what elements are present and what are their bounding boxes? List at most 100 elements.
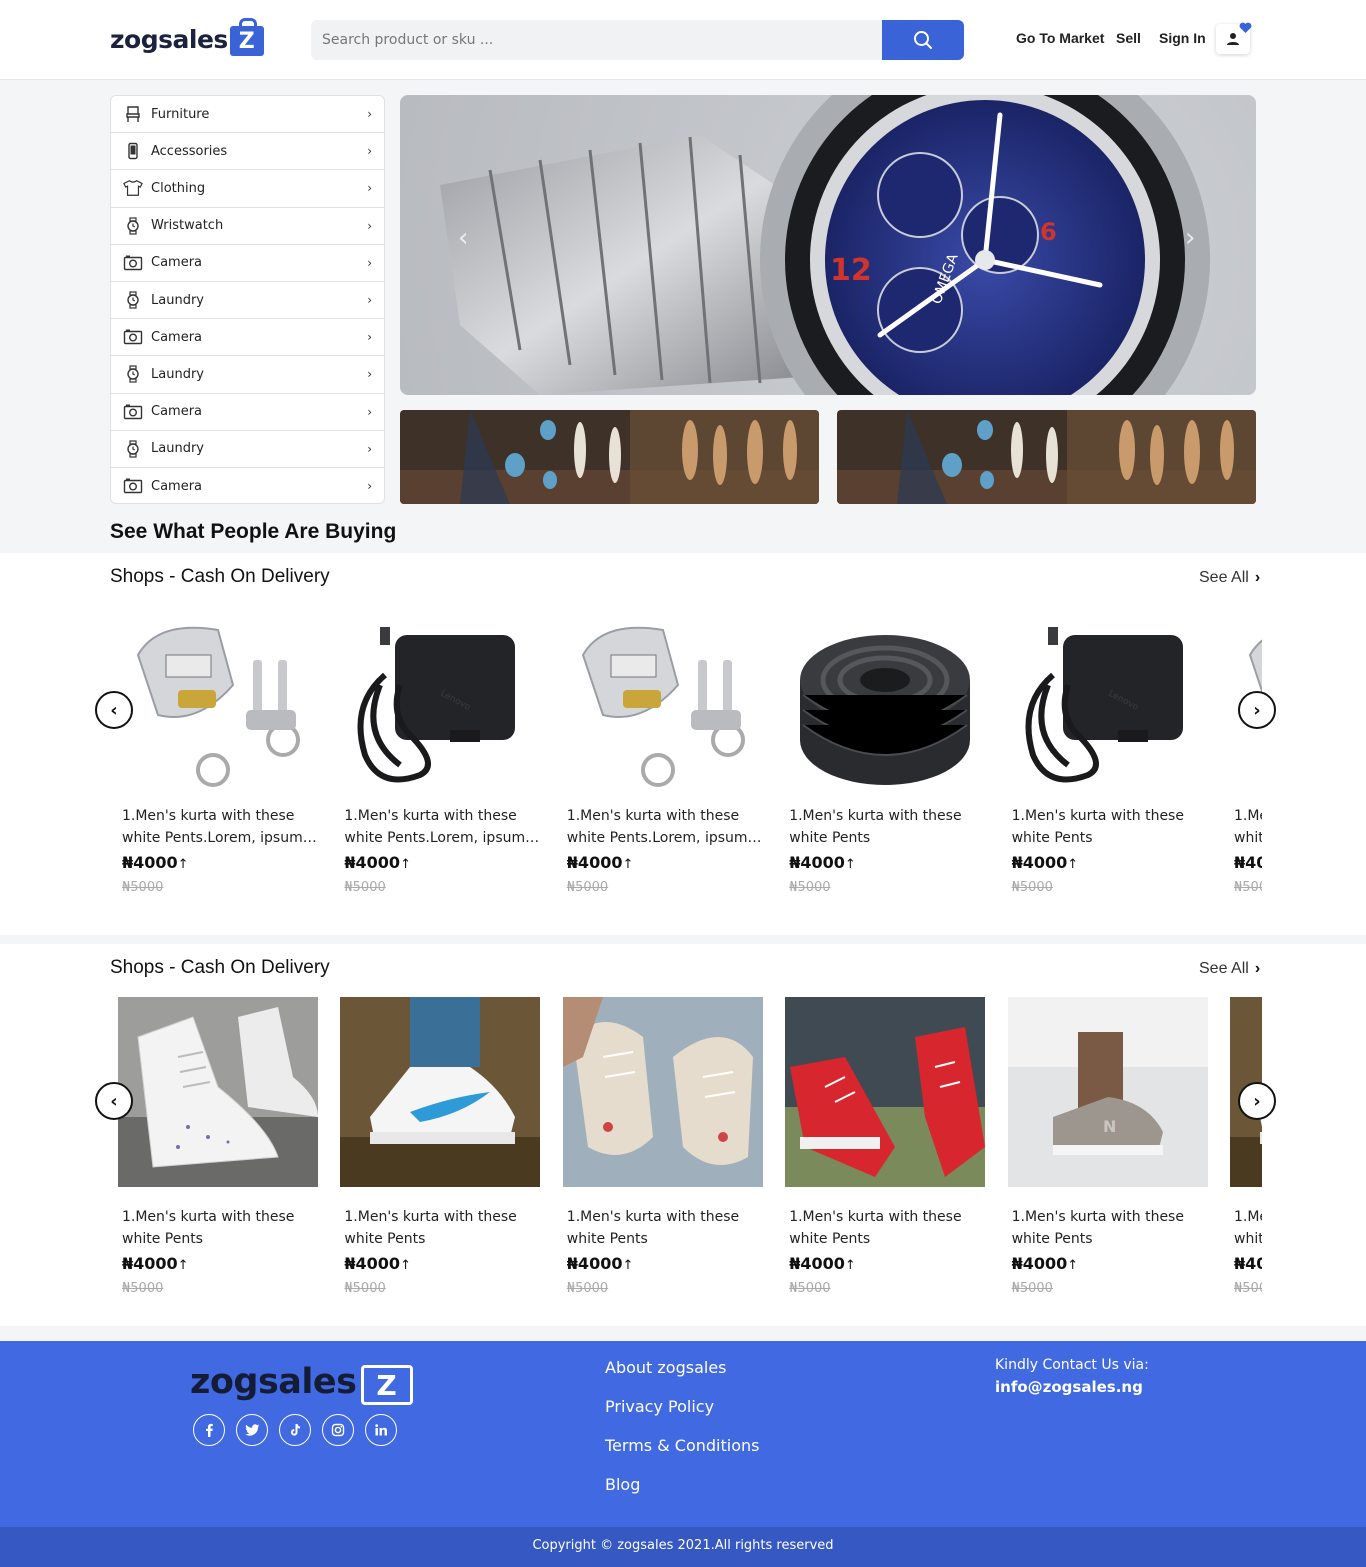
product-card[interactable]: Lenovo 1.Men's kurta with these white Pent…: [1000, 615, 1208, 905]
category-item-camera[interactable]: Camera ›: [111, 468, 384, 503]
category-item-laundry[interactable]: Laundry ›: [111, 431, 384, 468]
promo-banner-right[interactable]: [837, 410, 1256, 504]
watch-icon: [123, 216, 143, 236]
product-card[interactable]: Lenovo 1.Men's kurta with these white Pent…: [332, 615, 541, 905]
facebook-button[interactable]: [193, 1414, 225, 1446]
product-image: Lenovo: [340, 615, 541, 805]
carousel-prev-button[interactable]: ‹: [95, 691, 133, 729]
brand-bag-icon: Z: [360, 1365, 413, 1405]
trend-up-icon: ↑: [844, 857, 856, 872]
sign-in-link[interactable]: Sign In: [1159, 30, 1206, 46]
product-title-line: 1.Men's kurta with these: [1011, 1209, 1184, 1225]
hero-next-arrow[interactable]: ›: [1185, 223, 1195, 253]
hero-prev-arrow[interactable]: ‹: [458, 223, 468, 253]
price-value: ₦4000: [1011, 853, 1068, 872]
camera-icon: [123, 402, 143, 422]
watch-icon: [123, 439, 143, 459]
product-card[interactable]: 1.Men's kurta with these white Pents ₦4000…: [110, 997, 318, 1297]
product-card[interactable]: 1.Men's kurta with these white Pents.Lore…: [110, 615, 318, 905]
product-card[interactable]: 1.Men's kurta with these white Pents ₦4000…: [1222, 615, 1262, 905]
chair-icon: [123, 104, 143, 124]
search-button[interactable]: [882, 20, 964, 60]
product-title-line: 1.Men's kurta with these: [122, 808, 295, 824]
chevron-right-icon: ›: [367, 255, 372, 270]
product-card[interactable]: 1.Men's kurta with these white Pents ₦4000…: [1222, 997, 1262, 1297]
product-title-line: white Pents: [344, 1231, 426, 1247]
category-label: Camera: [151, 404, 203, 420]
product-card[interactable]: 1.Men's kurta with these white Pents ₦4000…: [777, 615, 986, 905]
product-image: [562, 615, 763, 805]
category-label: Accessories: [151, 143, 228, 159]
product-old-price: ₦5000: [566, 880, 609, 895]
phone-icon: [123, 141, 143, 161]
category-item-camera[interactable]: Camera ›: [111, 245, 384, 282]
hero-carousel[interactable]: 12 6 OMEGA ‹ ›: [400, 95, 1256, 395]
product-title-line: white Pents: [1011, 830, 1093, 846]
see-all-link[interactable]: See All ›: [1199, 960, 1260, 978]
category-item-clothing[interactable]: Clothing ›: [111, 170, 384, 208]
footer-link-terms[interactable]: Terms & Conditions: [605, 1436, 759, 1455]
product-old-price: ₦5000: [789, 880, 831, 895]
product-image: [118, 997, 318, 1187]
product-title-line: white Pents: [1234, 1231, 1262, 1247]
trend-up-icon: ↑: [400, 1258, 411, 1273]
product-price: ₦4000↑: [1234, 853, 1262, 872]
contact-email-link[interactable]: info@zogsales.ng: [995, 1378, 1143, 1396]
product-old-price: ₦5000: [1234, 1281, 1262, 1296]
category-item-camera[interactable]: Camera ›: [111, 394, 384, 431]
trend-up-icon: ↑: [1067, 857, 1079, 872]
twitter-button[interactable]: [236, 1414, 268, 1446]
carousel-next-button[interactable]: ›: [1238, 691, 1276, 729]
product-price: ₦4000↑: [789, 1254, 856, 1273]
category-item-wristwatch[interactable]: Wristwatch ›: [111, 208, 384, 245]
go-to-market-link[interactable]: Go To Market: [1016, 30, 1104, 46]
search-input[interactable]: [311, 20, 882, 60]
product-title: 1.Men's kurta with these white Pents: [1012, 1206, 1208, 1250]
product-card[interactable]: 1.Men's kurta with these white Pents ₦4000…: [332, 997, 541, 1297]
instagram-button[interactable]: [322, 1414, 354, 1446]
footer-link-blog[interactable]: Blog: [605, 1475, 640, 1494]
chevron-right-icon: ›: [1254, 960, 1261, 977]
site-logo[interactable]: zogsales Z: [110, 18, 264, 58]
product-title-line: 1.Men's kurta with these: [566, 808, 740, 824]
category-item-laundry[interactable]: Laundry ›: [111, 356, 384, 394]
category-item-accessories[interactable]: Accessories ›: [111, 133, 384, 171]
category-item-furniture[interactable]: Furniture ›: [111, 96, 384, 134]
chevron-right-icon: ›: [367, 479, 372, 494]
heart-icon[interactable]: [1239, 22, 1252, 34]
product-title-line: white Pents.Lorem, ipsum dolor: [122, 830, 318, 846]
product-image: [118, 615, 318, 805]
product-title: 1.Men's kurta with these white Pents: [1234, 805, 1262, 849]
see-all-link[interactable]: See All ›: [1199, 569, 1260, 587]
see-all-label: See All: [1199, 569, 1249, 586]
carousel-prev-button[interactable]: ‹: [95, 1082, 133, 1120]
product-carousel: 1.Men's kurta with these white Pents ₦4000…: [110, 997, 1262, 1297]
product-old-price: ₦5000: [344, 880, 386, 895]
svg-text:N: N: [1103, 1117, 1116, 1136]
camera-icon: [123, 253, 143, 273]
product-title-line: 1.Men's kurta with these: [1011, 808, 1184, 824]
footer-link-about[interactable]: About zogsales: [605, 1358, 727, 1377]
product-card[interactable]: 1.Men's kurta with these white Pents ₦4000…: [555, 997, 763, 1297]
product-price: ₦4000↑: [122, 853, 189, 872]
product-card[interactable]: 1.Men's kurta with these white Pents ₦4000…: [777, 997, 986, 1297]
chevron-right-icon: ›: [367, 404, 372, 419]
product-card[interactable]: 1.Men's kurta with these white Pents.Lore…: [555, 615, 763, 905]
product-card[interactable]: N 1.Men's kurta with these white Pents ₦400…: [1000, 997, 1208, 1297]
category-item-camera[interactable]: Camera ›: [111, 319, 384, 357]
jewelry-banner-image: [837, 410, 1256, 504]
linkedin-button[interactable]: [365, 1414, 397, 1446]
tiktok-button[interactable]: [279, 1414, 311, 1446]
sell-link[interactable]: Sell: [1116, 30, 1141, 46]
category-item-laundry[interactable]: Laundry ›: [111, 282, 384, 320]
copyright-text: Copyright © zogsales 2021.All rights res…: [532, 1538, 834, 1553]
product-image: [340, 997, 541, 1187]
category-menu: Furniture › Accessories › Clothing › Wristwatc…: [110, 95, 385, 504]
footer-link-privacy[interactable]: Privacy Policy: [605, 1397, 714, 1416]
instagram-icon: [331, 1423, 345, 1437]
facebook-icon: [202, 1423, 216, 1437]
product-title: 1.Men's kurta with these white Pents.Lore…: [344, 805, 540, 849]
promo-banner-left[interactable]: [400, 410, 819, 504]
carousel-next-button[interactable]: ›: [1238, 1082, 1276, 1120]
footer-logo[interactable]: zogsales Z: [190, 1359, 413, 1405]
